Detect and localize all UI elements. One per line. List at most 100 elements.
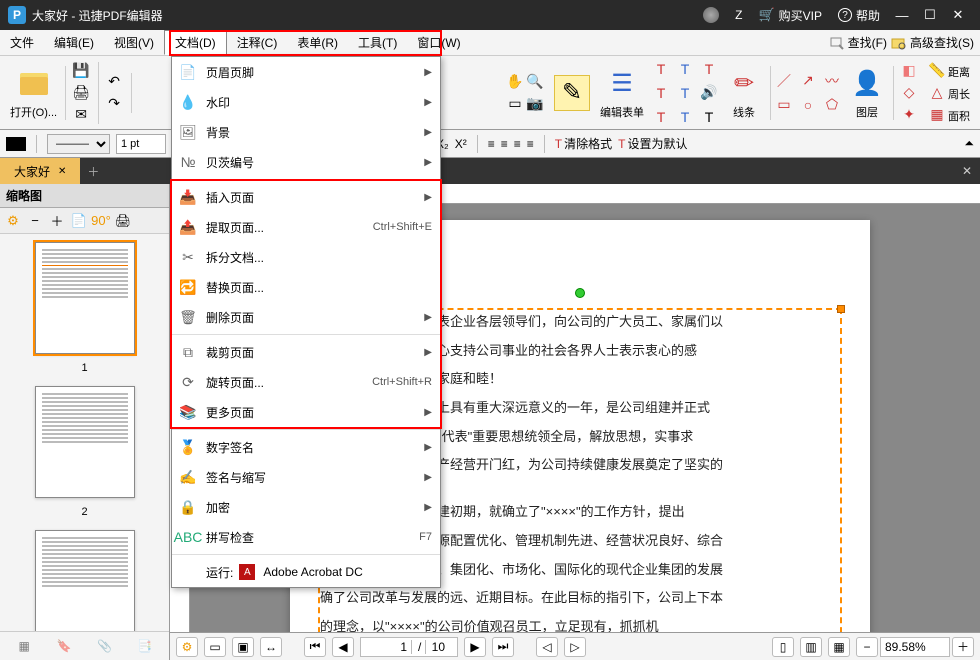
speaker-icon[interactable]: 🔊 xyxy=(698,82,720,104)
t2-icon[interactable]: T xyxy=(650,82,672,104)
rect-shape-icon[interactable]: ▭ xyxy=(773,94,795,116)
menu-header-footer[interactable]: 📄页眉页脚▶ xyxy=(172,57,440,87)
user-label[interactable]: Z xyxy=(735,8,742,22)
stamp-icon[interactable]: 👤 xyxy=(849,66,885,102)
set-default-button[interactable]: T设置为默认 xyxy=(618,135,687,152)
new-tab-button[interactable]: ＋ xyxy=(80,158,106,184)
handle-tr[interactable] xyxy=(837,305,845,313)
zoom-in-icon[interactable]: ＋ xyxy=(48,212,66,230)
menu-insert-page[interactable]: 📥插入页面▶ xyxy=(172,182,440,212)
menu-watermark[interactable]: 💧水印▶ xyxy=(172,87,440,117)
menu-signature[interactable]: ✍签名与缩写▶ xyxy=(172,462,440,492)
buy-vip-button[interactable]: 🛒购买VIP xyxy=(758,7,822,24)
rotate-icon[interactable]: 90° xyxy=(92,212,110,230)
actual-size-icon[interactable]: ▭ xyxy=(204,637,226,657)
email-icon[interactable]: ✉ xyxy=(72,106,90,124)
maximize-button[interactable]: ☐ xyxy=(916,5,944,25)
hand-tool-icon[interactable]: ✋ xyxy=(506,73,524,91)
close-all-button[interactable]: ✕ xyxy=(954,164,980,178)
options-icon[interactable]: ⚙ xyxy=(176,637,198,657)
print-thumb-icon[interactable]: 🖨 xyxy=(114,212,132,230)
shape2-icon[interactable]: ◇ xyxy=(900,84,918,102)
t6-icon[interactable]: T xyxy=(698,106,720,128)
menu-tool[interactable]: 工具(T) xyxy=(348,30,407,55)
facing-icon[interactable]: ▦ xyxy=(828,637,850,657)
first-page-button[interactable]: ⏮ xyxy=(304,637,326,657)
save-icon[interactable]: 💾 xyxy=(72,62,90,80)
t4-icon[interactable]: T xyxy=(650,106,672,128)
next-page-button[interactable]: ▶ xyxy=(464,637,486,657)
font-icon[interactable]: T xyxy=(698,58,720,80)
menu-extract-page[interactable]: 📤提取页面...Ctrl+Shift+E xyxy=(172,212,440,242)
t5-icon[interactable]: T xyxy=(674,106,696,128)
page-input[interactable] xyxy=(361,640,411,654)
fit-width-icon[interactable]: ↔ xyxy=(260,637,282,657)
help-button[interactable]: ?帮助 xyxy=(838,7,880,24)
delete-page-icon[interactable]: 📄 xyxy=(70,212,88,230)
line-width-input[interactable] xyxy=(116,134,166,154)
menu-digital-sign[interactable]: 🏅数字签名▶ xyxy=(172,432,440,462)
document-tab[interactable]: 大家好✕ xyxy=(0,158,80,184)
menu-run-acrobat[interactable]: 运行:AAdobe Acrobat DC xyxy=(172,557,440,587)
menu-spellcheck[interactable]: ABC拼写检查F7 xyxy=(172,522,440,552)
thumbnail-3[interactable] xyxy=(35,530,135,631)
back-button[interactable]: ◁ xyxy=(536,637,558,657)
superscript-button[interactable]: X² xyxy=(455,137,467,151)
menu-replace-page[interactable]: 🔁替换页面... xyxy=(172,272,440,302)
text-icon[interactable]: T xyxy=(674,58,696,80)
polygon-icon[interactable]: ⬠ xyxy=(821,94,843,116)
redo-icon[interactable]: ↷ xyxy=(105,95,123,113)
collapse-ribbon-button[interactable]: ⏶ xyxy=(964,136,974,151)
clear-format-button[interactable]: T清除格式 xyxy=(555,135,612,152)
menu-encrypt[interactable]: 🔒加密▶ xyxy=(172,492,440,522)
undo-icon[interactable]: ↶ xyxy=(105,73,123,91)
textbox-icon[interactable]: T xyxy=(650,58,672,80)
sb-bookmark-icon[interactable]: 🔖 xyxy=(54,636,74,656)
line-style-select[interactable]: ——— xyxy=(47,134,110,154)
align-left-button[interactable]: ≡ xyxy=(488,137,495,151)
menu-delete-page[interactable]: 🗑删除页面▶ xyxy=(172,302,440,332)
open-icon[interactable] xyxy=(16,66,52,102)
sb-attach-icon[interactable]: 📎 xyxy=(95,636,115,656)
area-icon[interactable]: ▦ xyxy=(928,106,946,124)
justify-button[interactable]: ≡ xyxy=(527,137,534,151)
menu-form[interactable]: 表单(R) xyxy=(287,30,348,55)
menu-comment[interactable]: 注释(C) xyxy=(227,30,288,55)
forward-button[interactable]: ▷ xyxy=(564,637,586,657)
menu-background[interactable]: 🖼背景▶ xyxy=(172,117,440,147)
menu-more-pages[interactable]: 📚更多页面▶ xyxy=(172,397,440,427)
single-page-icon[interactable]: ▯ xyxy=(772,637,794,657)
eraser-icon[interactable]: ◧ xyxy=(900,62,918,80)
zoom-in-button[interactable]: ＋ xyxy=(952,637,974,657)
thumbnail-1[interactable] xyxy=(35,242,135,354)
zoom-value[interactable]: 89.58% xyxy=(880,637,950,657)
menu-window[interactable]: 窗口(W) xyxy=(407,30,470,55)
menu-document[interactable]: 文档(D) xyxy=(164,30,227,55)
globe-icon[interactable] xyxy=(703,7,719,23)
close-button[interactable]: ✕ xyxy=(944,5,972,25)
pencil-icon[interactable]: ✏ xyxy=(726,66,762,102)
last-page-button[interactable]: ⏭ xyxy=(492,637,514,657)
menu-file[interactable]: 文件 xyxy=(0,30,44,55)
perimeter-icon[interactable]: △ xyxy=(928,84,946,102)
menu-view[interactable]: 视图(V) xyxy=(104,30,164,55)
fit-page-icon[interactable]: ▣ xyxy=(232,637,254,657)
sb-thumb-icon[interactable]: ▦ xyxy=(14,636,34,656)
tab-close-icon[interactable]: ✕ xyxy=(58,166,66,177)
rotate-handle[interactable] xyxy=(575,288,585,298)
align-right-button[interactable]: ≡ xyxy=(514,137,521,151)
color-swatch[interactable] xyxy=(6,137,26,151)
minimize-button[interactable]: — xyxy=(888,5,916,25)
menu-crop[interactable]: ⧉裁剪页面▶ xyxy=(172,337,440,367)
highlight-icon[interactable]: ✎ xyxy=(554,75,590,111)
line-shape-icon[interactable]: ／ xyxy=(773,70,795,92)
gear-icon[interactable]: ⚙ xyxy=(4,212,22,230)
ruler-icon[interactable]: 📏 xyxy=(928,62,946,80)
advfind-button[interactable]: 高级查找(S) xyxy=(891,34,974,51)
select-icon[interactable]: ▭ xyxy=(506,95,524,113)
menu-bates[interactable]: №贝茨编号▶ xyxy=(172,147,440,177)
circle-shape-icon[interactable]: ○ xyxy=(797,94,819,116)
arrow-shape-icon[interactable]: ↗ xyxy=(797,70,819,92)
zoom-out-icon[interactable]: − xyxy=(26,212,44,230)
zoom-out-button[interactable]: − xyxy=(856,637,878,657)
